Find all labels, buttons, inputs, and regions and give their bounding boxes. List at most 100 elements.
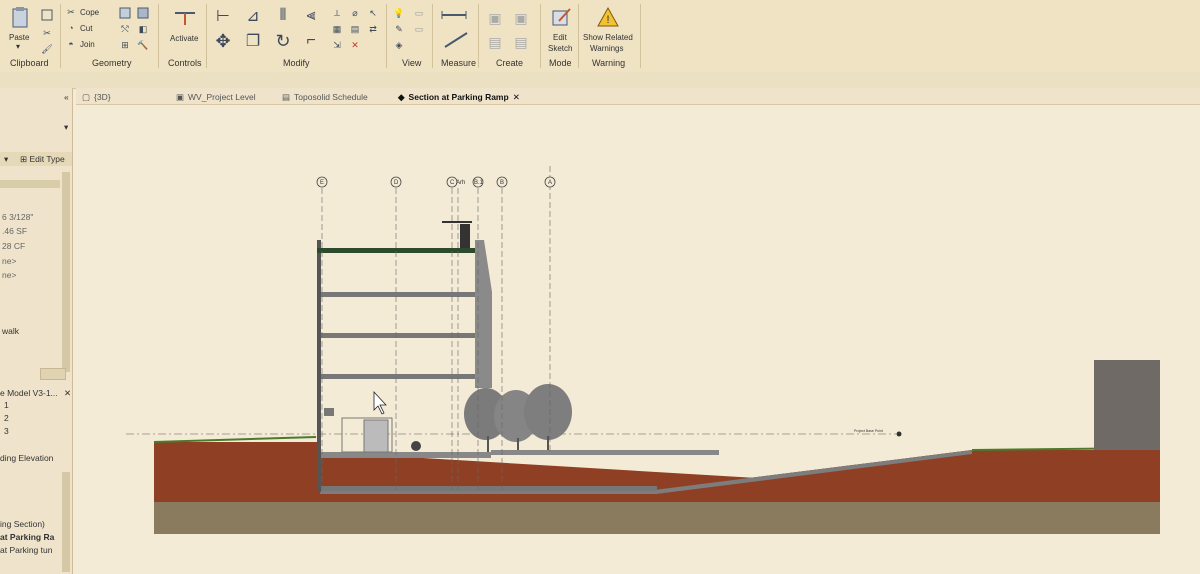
rotate-icon[interactable]: ↻ (272, 30, 294, 52)
edit-sketch-label-line2[interactable]: Sketch (548, 44, 572, 53)
separator (158, 4, 159, 68)
type-dropdown-icon[interactable]: ▾ (4, 154, 8, 165)
sidewalk-slab (491, 450, 719, 455)
ribbon-options-bar (0, 72, 1200, 89)
clipboard-cut-icon[interactable]: ✂ (40, 26, 54, 40)
apply-button[interactable] (40, 368, 66, 380)
grid-bubbles[interactable]: E D C Arh B.1 B A (316, 176, 556, 188)
ribbon: Paste ▾ ✂ 🖌 Clipboard ✂ Cope ◔ Cut ◓ Joi… (0, 0, 1200, 73)
scale-icon[interactable]: ⇲ (330, 38, 344, 52)
browser-model-label[interactable]: e Model V3-1... (0, 388, 58, 398)
cut-label[interactable]: Cut (80, 24, 92, 33)
property-value[interactable]: ne> (2, 256, 16, 266)
match-properties-icon[interactable]: 🖌 (40, 42, 54, 56)
browser-level-item[interactable]: 3 (4, 426, 9, 436)
panel-menu-icon[interactable]: ▾ (64, 122, 68, 133)
edit-sketch-label-line1[interactable]: Edit (553, 33, 567, 42)
measure-panel-label: Measure (441, 58, 477, 68)
edit-type-button[interactable]: ⊞ Edit Type (20, 154, 65, 165)
paste-icon[interactable] (10, 6, 30, 28)
mirror-draw-axis-icon[interactable]: ⫷ (300, 6, 322, 26)
clipboard-panel-label: Clipboard (10, 58, 49, 68)
clipboard-copy-icon[interactable] (40, 8, 54, 22)
tab-section-parking-ramp[interactable]: ◆ Section at Parking Ramp ✕ (398, 90, 520, 104)
tab-project-level[interactable]: ▣ WV_Project Level (176, 90, 256, 104)
cut-geometry-icon[interactable]: ◔ (64, 22, 78, 34)
section-drawing-canvas[interactable]: Project Base Point E D C Arh B.1 B A (76, 106, 1200, 574)
paste-label: Paste (9, 33, 30, 42)
property-value[interactable]: .46 SF (2, 226, 27, 236)
grid-label: A (548, 180, 552, 186)
browser-elevation-item[interactable]: ding Elevation (0, 453, 53, 463)
pin-icon[interactable]: ⌀ (348, 6, 362, 20)
delete-icon[interactable]: ✕ (348, 38, 362, 52)
browser-level-item[interactable]: 2 (4, 413, 9, 423)
wall-joins-icon[interactable]: ⊞ (118, 38, 132, 52)
properties-scrollbar[interactable] (62, 172, 70, 372)
create-group-icon[interactable]: ▤ (484, 32, 506, 52)
project-base-point-tag[interactable]: Project Base Point (854, 429, 902, 437)
panel-collapse-icon[interactable]: « (64, 92, 69, 102)
separator (206, 4, 207, 68)
geometry-tool-icon[interactable] (136, 6, 150, 20)
join-icon[interactable]: ◓ (64, 38, 78, 50)
array-icon[interactable]: ▦ (330, 22, 344, 36)
offset-icon[interactable]: ⊿ (242, 6, 264, 26)
separator (540, 4, 541, 68)
override-graphics-icon[interactable]: 💡 (392, 6, 406, 20)
modify-tool-icon[interactable]: ↖ (366, 6, 380, 20)
join-label[interactable]: Join (80, 40, 95, 49)
unpin-icon[interactable]: ▤ (348, 22, 362, 36)
measure-distance-icon[interactable] (440, 8, 468, 22)
split-element-icon[interactable]: ⟂ (330, 6, 344, 20)
move-icon[interactable]: ✥ (212, 30, 234, 52)
browser-section-item[interactable]: ing Section) (0, 519, 45, 529)
tab-toposolid-schedule[interactable]: ▤ Toposolid Schedule (282, 90, 368, 104)
interior-fixture (363, 419, 389, 453)
svg-text:!: ! (607, 14, 610, 26)
floor-plan-icon: ▣ (176, 91, 185, 102)
view-tool-icon[interactable]: ▭ (412, 22, 426, 36)
mirror-pick-axis-icon[interactable]: ⫴ (272, 6, 294, 26)
trim-extend-icon[interactable]: ⌐ (300, 30, 322, 52)
browser-close-icon[interactable]: ✕ (64, 388, 71, 399)
controls-panel-label: Controls (168, 58, 202, 68)
show-related-warnings-line1[interactable]: Show Related (583, 33, 633, 42)
create-similar-icon[interactable]: ▤ (510, 32, 532, 52)
create-assembly-icon[interactable]: ▣ (484, 8, 506, 28)
geometry-tool-icon[interactable] (118, 6, 132, 20)
browser-scrollbar[interactable] (62, 472, 70, 572)
property-value[interactable]: ne> (2, 270, 16, 280)
property-value[interactable]: walk (2, 326, 19, 336)
property-value[interactable]: 28 CF (2, 241, 25, 251)
show-related-warnings-line2[interactable]: Warnings (590, 44, 624, 53)
modify-panel-label: Modify (283, 58, 310, 68)
tab-close-icon[interactable]: ✕ (513, 92, 520, 103)
browser-section-item[interactable]: at Parking tun (0, 545, 52, 555)
cope-label[interactable]: Cope (80, 8, 99, 17)
activate-label[interactable]: Activate (170, 34, 198, 43)
view-tool-icon[interactable]: ▭ (412, 6, 426, 20)
dimension-icon[interactable] (442, 30, 470, 50)
modify-tool-icon[interactable]: ⇄ (366, 22, 380, 36)
linework-icon[interactable]: ✎ (392, 22, 406, 36)
edit-type-label: Edit Type (29, 154, 65, 164)
paint-icon[interactable]: ◧ (136, 22, 150, 36)
warning-icon[interactable]: ! (596, 6, 620, 28)
project-base-point-icon (896, 431, 902, 437)
hide-icon[interactable]: ◈ (392, 38, 406, 52)
cope-icon[interactable]: ✂ (64, 6, 78, 18)
copy-icon[interactable]: ❐ (242, 30, 264, 52)
edit-sketch-icon[interactable] (550, 6, 572, 28)
align-icon[interactable]: ⊢ (212, 6, 234, 26)
activate-icon[interactable] (172, 6, 198, 28)
browser-level-item[interactable]: 1 (4, 400, 9, 410)
separator (432, 4, 433, 68)
split-face-icon[interactable]: ⤲ (118, 22, 132, 36)
create-parts-icon[interactable]: ▣ (510, 8, 532, 28)
tab-3d[interactable]: ▢ {3D} (82, 90, 111, 104)
browser-active-section-item[interactable]: at Parking Ra (0, 532, 54, 542)
property-value[interactable]: 6 3/128" (2, 212, 33, 222)
demolish-icon[interactable]: 🔨 (136, 38, 150, 52)
paste-dropdown-icon[interactable]: ▾ (16, 42, 20, 51)
